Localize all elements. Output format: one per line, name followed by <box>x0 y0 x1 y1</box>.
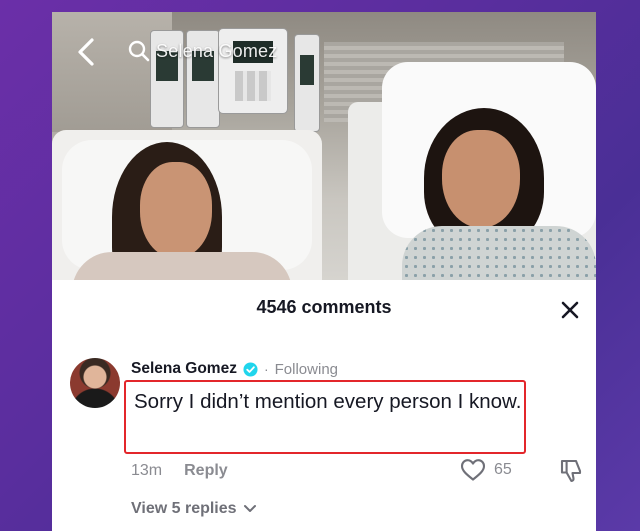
close-button[interactable] <box>558 298 582 322</box>
post-photo: Selena Gomez <box>52 12 596 280</box>
search-query: Selena Gomez <box>156 40 278 61</box>
dislike-button[interactable] <box>558 458 584 484</box>
reply-button[interactable]: Reply <box>184 462 228 480</box>
infusion-pump <box>294 34 320 132</box>
like-button[interactable]: 65 <box>460 458 512 482</box>
comment-meta: 13m Reply <box>131 462 228 480</box>
comment-item: Selena Gomez · Following Sorry I didn’t … <box>52 350 596 530</box>
following-status: Following <box>274 360 339 378</box>
search-icon <box>128 40 150 62</box>
comments-header: 4546 comments <box>52 280 596 340</box>
comment-time: 13m <box>131 462 163 479</box>
close-icon <box>561 301 579 319</box>
comment-author-line: Selena Gomez · Following <box>131 360 338 378</box>
view-replies-button[interactable]: View 5 replies <box>131 500 257 518</box>
separator-dot: · <box>263 361 269 377</box>
view-replies-label: View 5 replies <box>131 500 237 517</box>
dislike-icon <box>560 459 582 483</box>
heart-icon <box>460 459 486 481</box>
comment-highlight-box: Sorry I didn’t mention every person I kn… <box>124 380 526 454</box>
chevron-down-icon <box>243 505 256 512</box>
avatar[interactable] <box>70 358 120 408</box>
screenshot-frame: Selena Gomez 4546 comments Selena Gomez … <box>52 12 596 531</box>
search-bar[interactable]: Selena Gomez <box>128 38 277 64</box>
like-count: 65 <box>494 461 512 478</box>
comments-count: 4546 comments <box>256 297 392 317</box>
verified-badge-icon <box>243 361 258 377</box>
back-arrow-icon <box>78 38 94 66</box>
comment-text: Sorry I didn’t mention every person I kn… <box>134 390 522 413</box>
comment-username[interactable]: Selena Gomez <box>131 360 237 378</box>
back-button[interactable] <box>72 36 100 68</box>
